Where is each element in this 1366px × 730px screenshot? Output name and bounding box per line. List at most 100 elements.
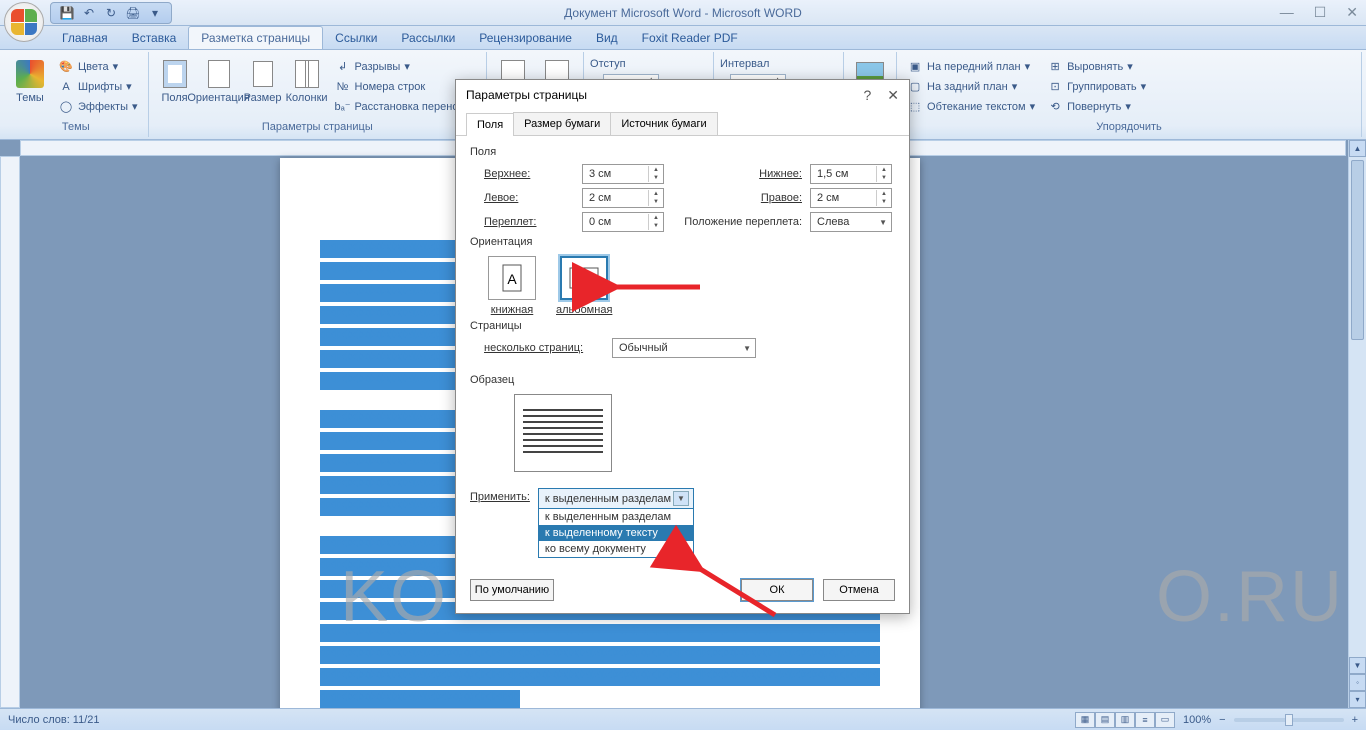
zoom-out-button[interactable]: − xyxy=(1219,714,1225,726)
apply-to-label: Применить: xyxy=(470,488,530,503)
tab-mailings[interactable]: Рассылки xyxy=(389,27,467,49)
full-screen-view-icon[interactable]: ▤ xyxy=(1095,712,1115,728)
ribbon-group-page-setup: Поля Ориентация Размер Колонки ↲Разрывы … xyxy=(149,52,487,137)
size-icon xyxy=(253,61,273,87)
top-margin-label: Верхнее: xyxy=(484,168,574,180)
apply-option-whole-doc[interactable]: ко всему документу xyxy=(539,541,693,557)
size-button[interactable]: Размер xyxy=(243,54,283,119)
gutter-label: Переплет: xyxy=(484,216,574,228)
zoom-slider[interactable] xyxy=(1234,718,1344,722)
indent-header: Отступ xyxy=(590,58,707,70)
scrollbar-thumb[interactable] xyxy=(1351,160,1364,340)
top-margin-input[interactable]: 3 см▲▼ xyxy=(582,164,664,184)
left-margin-input[interactable]: 2 см▲▼ xyxy=(582,188,664,208)
dialog-help-button[interactable]: ? xyxy=(863,87,871,104)
group-icon: ⊡ xyxy=(1047,79,1063,95)
dialog-close-button[interactable]: ✕ xyxy=(887,87,899,104)
margins-icon xyxy=(163,60,187,88)
office-button[interactable] xyxy=(4,2,44,42)
orientation-button[interactable]: Ориентация xyxy=(199,54,239,119)
columns-button[interactable]: Колонки xyxy=(287,54,327,119)
spacing-header: Интервал xyxy=(720,58,837,70)
columns-icon xyxy=(295,60,319,88)
fonts-icon: A xyxy=(58,79,74,95)
apply-option-selected-text[interactable]: к выделенному тексту xyxy=(539,525,693,541)
multi-pages-select[interactable]: Обычный▼ xyxy=(612,338,756,358)
bring-front-icon: ▣ xyxy=(907,59,923,75)
send-back-button[interactable]: ▢На задний план ▾ xyxy=(903,78,1039,96)
minimize-button[interactable]: — xyxy=(1280,4,1294,21)
tab-review[interactable]: Рецензирование xyxy=(467,27,584,49)
window-title: Документ Microsoft Word - Microsoft WORD xyxy=(564,6,802,20)
themes-button[interactable]: Темы xyxy=(10,54,50,119)
margins-section-label: Поля xyxy=(470,146,895,158)
word-count[interactable]: Число слов: 11/21 xyxy=(8,714,100,726)
view-mode-buttons: ▦ ▤ ▥ ≡ ▭ xyxy=(1075,712,1175,728)
margins-button[interactable]: Поля xyxy=(155,54,195,119)
orientation-icon xyxy=(208,60,230,88)
portrait-button[interactable]: A книжная xyxy=(484,256,540,316)
vertical-scrollbar[interactable]: ▲ ▼ ◦ ▾ xyxy=(1348,140,1366,708)
vertical-ruler[interactable] xyxy=(0,156,20,708)
gutter-input[interactable]: 0 см▲▼ xyxy=(582,212,664,232)
close-button[interactable]: ✕ xyxy=(1346,4,1358,21)
default-button[interactable]: По умолчанию xyxy=(470,579,554,601)
svg-text:A: A xyxy=(507,271,517,287)
apply-option-sections[interactable]: к выделенным разделам xyxy=(539,509,693,525)
web-layout-view-icon[interactable]: ▥ xyxy=(1115,712,1135,728)
orientation-section-label: Ориентация xyxy=(470,236,895,248)
qat-dropdown-icon[interactable]: ▾ xyxy=(147,5,163,21)
tab-view[interactable]: Вид xyxy=(584,27,630,49)
draft-view-icon[interactable]: ▭ xyxy=(1155,712,1175,728)
scroll-up-icon[interactable]: ▲ xyxy=(1349,140,1366,157)
zoom-level[interactable]: 100% xyxy=(1183,714,1211,726)
theme-effects-button[interactable]: ◯Эффекты ▾ xyxy=(54,98,142,116)
align-button[interactable]: ⊞Выровнять ▾ xyxy=(1043,58,1150,76)
tab-home[interactable]: Главная xyxy=(50,27,120,49)
right-margin-input[interactable]: 2 см▲▼ xyxy=(810,188,892,208)
theme-colors-button[interactable]: 🎨Цвета ▾ xyxy=(54,58,142,76)
preview-section-label: Образец xyxy=(470,374,895,386)
gutter-pos-select[interactable]: Слева▼ xyxy=(810,212,892,232)
line-numbers-icon: № xyxy=(335,79,351,95)
theme-fonts-button[interactable]: AШрифты ▾ xyxy=(54,78,142,96)
maximize-button[interactable]: ☐ xyxy=(1314,4,1327,21)
dialog-tab-source[interactable]: Источник бумаги xyxy=(610,112,717,135)
group-label-themes: Темы xyxy=(10,119,142,135)
breaks-icon: ↲ xyxy=(335,59,351,75)
dialog-title: Параметры страницы xyxy=(466,88,587,102)
tab-references[interactable]: Ссылки xyxy=(323,27,389,49)
zoom-in-button[interactable]: + xyxy=(1352,714,1358,726)
outline-view-icon[interactable]: ≡ xyxy=(1135,712,1155,728)
next-page-icon[interactable]: ▾ xyxy=(1349,691,1366,708)
left-margin-label: Левое: xyxy=(484,192,574,204)
save-icon[interactable]: 💾 xyxy=(59,5,75,21)
tab-foxit[interactable]: Foxit Reader PDF xyxy=(630,27,750,49)
cancel-button[interactable]: Отмена xyxy=(823,579,895,601)
group-button[interactable]: ⊡Группировать ▾ xyxy=(1043,78,1150,96)
dialog-tab-margins[interactable]: Поля xyxy=(466,113,514,136)
dialog-tab-paper[interactable]: Размер бумаги xyxy=(513,112,611,135)
print-icon[interactable]: 🖨 xyxy=(125,5,141,21)
bottom-margin-label: Нижнее: xyxy=(672,168,802,180)
undo-icon[interactable]: ↶ xyxy=(81,5,97,21)
bring-front-button[interactable]: ▣На передний план ▾ xyxy=(903,58,1039,76)
print-layout-view-icon[interactable]: ▦ xyxy=(1075,712,1095,728)
apply-to-select[interactable]: к выделенным разделам▼ к выделенным разд… xyxy=(538,488,694,558)
svg-text:A: A xyxy=(580,272,588,286)
text-line: ФФФФФФФФФФФФФФФФФФФФФФФФФФФФФФФФФФФФФФФФ… xyxy=(320,668,880,686)
bottom-margin-input[interactable]: 1,5 см▲▼ xyxy=(810,164,892,184)
breaks-button[interactable]: ↲Разрывы ▾ xyxy=(331,58,480,76)
rotate-button[interactable]: ⟲Повернуть ▾ xyxy=(1043,98,1150,116)
redo-icon[interactable]: ↻ xyxy=(103,5,119,21)
text-wrap-button[interactable]: ⬚Обтекание текстом ▾ xyxy=(903,98,1039,116)
preview-box xyxy=(514,394,612,472)
pages-section-label: Страницы xyxy=(470,320,895,332)
ribbon-group-themes: Темы 🎨Цвета ▾ AШрифты ▾ ◯Эффекты ▾ Темы xyxy=(4,52,149,137)
tab-insert[interactable]: Вставка xyxy=(120,27,189,49)
tab-page-layout[interactable]: Разметка страницы xyxy=(188,26,323,49)
scroll-down-icon[interactable]: ▼ xyxy=(1349,657,1366,674)
chevron-down-icon[interactable]: ▼ xyxy=(673,491,689,506)
watermark-text: KO xyxy=(340,556,448,638)
prev-page-icon[interactable]: ◦ xyxy=(1349,674,1366,691)
